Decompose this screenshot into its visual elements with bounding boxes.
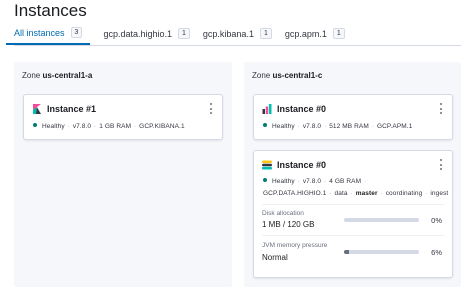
role-master: master [355,190,378,197]
zone-title: Zone us-central1-a [22,71,92,80]
disk-allocation-percent: 0% [431,216,442,225]
jvm-memory-pressure-bar-fill [344,250,349,254]
instance-tabs: All instances 3 gcp.data.highio.1 1 gcp.… [6,22,358,45]
jvm-memory-pressure-percent: 6% [431,248,442,257]
kebab-dot [440,159,442,161]
instance-menu-button[interactable] [209,103,213,114]
instance-title: Instance #0 [277,104,327,114]
kebab-dot [210,112,212,114]
kibana-logo-icon [33,104,41,114]
tab-count-badge: 1 [332,28,345,39]
meta-separator: · [324,178,327,185]
healthy-status-dot [263,123,267,127]
zone-title-name: us-central1-c [272,71,323,80]
health-status: Healthy [272,178,295,185]
tab-label: gcp.kibana.1 [202,28,254,39]
card-divider [262,204,444,205]
instance-ram: 1 GB RAM [99,123,132,130]
instance-menu-button[interactable] [439,103,443,114]
kebab-dot [210,107,212,110]
tab-gcp-kibana[interactable]: gcp.kibana.1 1 [203,22,272,45]
kebab-dot [440,168,442,170]
meta-separator: · [297,123,300,130]
meta-separator: · [380,190,383,197]
instance-type: GCP.DATA.HIGHIO.1 [263,190,327,197]
tabs-divider [14,45,461,46]
instance-meta: Healthy · v7.8.0 · 512 MB RAM · GCP.APM.… [263,123,412,130]
meta-separator: · [425,190,428,197]
instance-title: Instance #1 [47,104,97,114]
tab-count-badge: 1 [178,28,190,39]
tab-count-badge: 3 [70,27,83,38]
tab-label: gcp.apm.1 [284,28,327,39]
meta-separator: · [94,123,97,130]
instance-card-elasticsearch[interactable]: Instance #0 Healthy · v7.8.0 · 4 GB RAM … [253,150,453,278]
zone-title-prefix: Zone [252,71,271,80]
role-coordinating: coordinating [385,190,423,197]
instance-title: Instance #0 [277,160,327,170]
tab-label: All instances [14,27,65,38]
zone-us-central1-a: Zone us-central1-a Instance #1 Healthy ·… [14,62,232,287]
tab-label: gcp.data.highio.1 [103,28,172,39]
disk-allocation-label: Disk allocation [262,210,304,217]
page-title: Instances [14,1,87,20]
jvm-memory-pressure-bar [344,250,419,254]
instance-meta: Healthy · v7.8.0 · 1 GB RAM · GCP.KIBANA… [33,123,185,130]
health-status: Healthy [42,123,65,130]
meta-separator: · [329,190,332,197]
apm-logo-icon [262,104,272,114]
meta-separator: · [324,123,327,130]
disk-allocation-value: 1 MB / 120 GB [262,220,315,229]
instance-version: v7.8.0 [72,123,92,130]
jvm-memory-pressure-label: JVM memory pressure [262,242,328,249]
role-data: data [334,190,348,197]
healthy-status-dot [33,123,37,127]
meta-separator: · [67,123,70,130]
tab-all-instances[interactable]: All instances 3 [6,22,91,45]
kebab-dot [440,103,442,105]
instance-version: v7.8.0 [302,123,322,130]
instance-meta: Healthy · v7.8.0 · 4 GB RAM · [263,178,367,185]
instance-version: v7.8.0 [302,178,322,185]
kebab-dot [440,112,442,114]
kebab-dot [440,107,442,110]
jvm-memory-pressure-value: Normal [262,253,288,262]
instance-card-header: Instance #0 [262,104,326,114]
role-ingest: ingest [430,190,449,197]
health-status: Healthy [272,123,295,130]
zone-title: Zone us-central1-c [252,71,322,80]
kebab-dot [210,103,212,105]
disk-allocation-bar [344,218,419,222]
instance-roles: GCP.DATA.HIGHIO.1 · data · master · coor… [263,190,448,197]
zone-title-name: us-central1-a [42,71,93,80]
meta-separator: · [350,190,353,197]
meta-separator: · [297,178,300,185]
instance-ram: 4 GB RAM [329,178,362,185]
instance-card-header: Instance #0 [262,160,326,170]
healthy-status-dot [263,178,267,182]
zone-us-central1-c: Zone us-central1-c Instance #0 Healthy ·… [244,62,461,287]
meta-separator: · [134,123,137,130]
meta-separator: · [364,178,367,185]
zone-title-prefix: Zone [22,71,41,80]
kebab-dot [440,163,442,166]
tab-gcp-data-highio[interactable]: gcp.data.highio.1 1 [103,22,190,45]
tab-gcp-apm[interactable]: gcp.apm.1 1 [285,22,345,45]
instance-type: GCP.APM.1 [376,123,413,130]
instance-ram: 512 MB RAM [329,123,369,130]
instance-menu-button[interactable] [439,159,443,170]
instance-card-apm[interactable]: Instance #0 Healthy · v7.8.0 · 512 MB RA… [253,94,453,140]
instance-card-kibana[interactable]: Instance #1 Healthy · v7.8.0 · 1 GB RAM … [23,94,223,140]
instance-type: GCP.KIBANA.1 [139,123,185,130]
instance-card-header: Instance #1 [32,104,96,114]
tab-count-badge: 1 [259,28,272,39]
elasticsearch-logo-icon [262,160,272,170]
meta-separator: · [371,123,375,130]
card-divider [262,235,444,236]
